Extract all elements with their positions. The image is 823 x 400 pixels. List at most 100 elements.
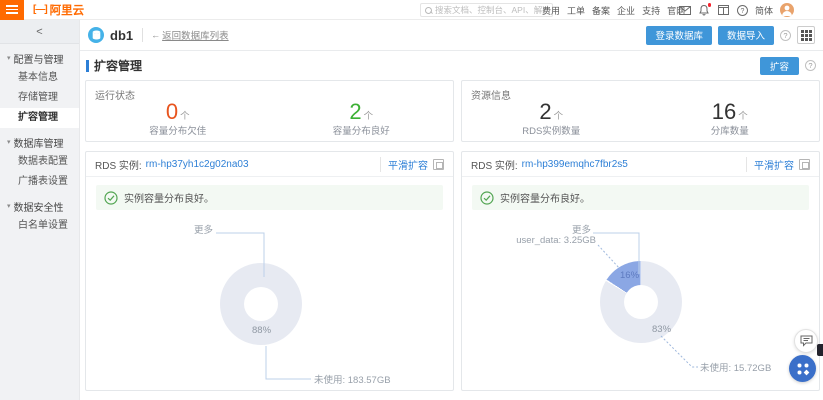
- instance-id-link[interactable]: rm-hp37yh1c2g02na03: [146, 159, 249, 170]
- side-badge[interactable]: [817, 344, 823, 356]
- section-title: 扩容管理: [94, 57, 142, 74]
- chat-bubble-icon: [800, 335, 813, 347]
- aliyun-logo[interactable]: [—] 阿里云: [33, 2, 84, 18]
- feedback-chat-button[interactable]: [794, 329, 818, 353]
- mail-icon[interactable]: [679, 4, 691, 16]
- aliyun-logo-mark-icon: [—]: [33, 4, 47, 15]
- status-banner-text: 实例容量分布良好。: [500, 190, 590, 205]
- smooth-scale-out-link[interactable]: 平滑扩容: [388, 157, 428, 172]
- help-icon[interactable]: ?: [736, 4, 748, 16]
- sidebar-collapse-button[interactable]: <: [0, 20, 79, 44]
- locale-switch[interactable]: 简体: [755, 4, 773, 17]
- slice-percent-unused: 83%: [652, 324, 671, 335]
- stat-capacity-poor: 0个 容量分布欠佳: [86, 99, 270, 137]
- status-banner-text: 实例容量分布良好。: [124, 190, 214, 205]
- login-database-button[interactable]: 登录数据库: [646, 26, 712, 45]
- notification-dot: [708, 3, 712, 7]
- stats-row: 运行状态 0个 容量分布欠佳 2个 容量分布良好 资源信息 2个 RDS实例数量: [80, 80, 823, 142]
- search-icon: [425, 7, 432, 14]
- nav-enterprise[interactable]: 企业: [616, 4, 636, 17]
- nav-billing[interactable]: 费用: [541, 4, 561, 17]
- back-arrow-icon: ←: [151, 30, 160, 40]
- instance-header: RDS 实例: rm-hp399emqhc7fbr2s5 平滑扩容: [462, 152, 819, 177]
- donut-hole: [244, 287, 278, 321]
- sidebar-item-broadcast-table[interactable]: 广播表设置: [0, 172, 79, 192]
- stat-label: 分库数量: [641, 123, 820, 137]
- stat-capacity-good: 2个 容量分布良好: [270, 99, 454, 137]
- stat-unit: 个: [364, 111, 374, 122]
- sidebar-item-table-config[interactable]: 数据表配置: [0, 152, 79, 172]
- aliyun-logo-text: 阿里云: [50, 2, 85, 18]
- section-accent-bar: [86, 60, 89, 72]
- page-title: db1: [110, 28, 133, 43]
- donut-hole: [624, 285, 658, 319]
- svg-text:?: ?: [740, 8, 744, 15]
- database-icon: [88, 27, 104, 43]
- instance-header: RDS 实例: rm-hp37yh1c2g02na03 平滑扩容: [86, 152, 453, 177]
- panel-icon[interactable]: [799, 159, 810, 170]
- stat-value: 16: [712, 99, 736, 124]
- stat-shard-count: 16个 分库数量: [641, 99, 820, 137]
- sidebar-group-config-label[interactable]: ▾ 配置与管理: [0, 48, 79, 68]
- avatar[interactable]: [780, 3, 794, 17]
- stat-value: 0: [166, 99, 178, 124]
- caret-down-icon: ▾: [7, 54, 11, 62]
- stat-value: 2: [539, 99, 551, 124]
- slice-label-more: 更多: [194, 222, 213, 236]
- sidebar-group-database-label[interactable]: ▾ 数据库管理: [0, 132, 79, 152]
- sidebar-group-security: ▾ 数据安全性 白名单设置: [0, 196, 79, 236]
- bell-icon[interactable]: [698, 4, 710, 16]
- panel-icon[interactable]: [433, 159, 444, 170]
- instance-label: RDS 实例:: [471, 157, 518, 172]
- help-icon[interactable]: ?: [780, 30, 791, 41]
- instance-label: RDS 实例:: [95, 157, 142, 172]
- search-input[interactable]: [435, 5, 548, 15]
- sidebar-item-storage[interactable]: 存储管理: [0, 88, 79, 108]
- page-header: db1 ← 返回数据库列表 登录数据库 数据导入 ?: [80, 20, 823, 51]
- main-content: db1 ← 返回数据库列表 登录数据库 数据导入 ? 扩容管理 扩容 ? 运行状…: [80, 20, 823, 400]
- nav-support[interactable]: 支持: [641, 4, 661, 17]
- nav-icp[interactable]: 备案: [591, 4, 611, 17]
- global-search[interactable]: [420, 3, 553, 17]
- sidebar-item-whitelist[interactable]: 白名单设置: [0, 216, 79, 236]
- expand-button[interactable]: 扩容: [760, 57, 799, 75]
- check-circle-icon: [104, 191, 118, 205]
- stat-label: RDS实例数量: [462, 123, 641, 137]
- slice-percent-unused: 88%: [252, 325, 271, 336]
- stat-label: 容量分布欠佳: [86, 123, 270, 137]
- top-icons: ? 简体: [679, 0, 794, 20]
- smooth-scale-out-link[interactable]: 平滑扩容: [754, 157, 794, 172]
- top-nav: 费用 工单 备案 企业 支持 官网: [541, 0, 686, 20]
- sidebar-group-label: 配置与管理: [14, 51, 64, 66]
- box-icon[interactable]: [717, 4, 729, 16]
- back-to-database-list-link[interactable]: 返回数据库列表: [162, 28, 229, 42]
- sidebar-item-scale-out[interactable]: 扩容管理: [0, 108, 79, 128]
- sidebar-item-basic-info[interactable]: 基本信息: [0, 68, 79, 88]
- nav-tickets[interactable]: 工单: [566, 4, 586, 17]
- stat-unit: 个: [738, 111, 748, 122]
- hamburger-icon[interactable]: [0, 0, 24, 20]
- sidebar-group-config: ▾ 配置与管理 基本信息 存储管理 扩容管理: [0, 48, 79, 128]
- quick-apps-button[interactable]: [789, 355, 816, 382]
- charts-row: RDS 实例: rm-hp37yh1c2g02na03 平滑扩容 实例容量分布良…: [80, 151, 823, 391]
- breadcrumb: ← 返回数据库列表: [142, 28, 229, 42]
- slice-label-unused: 未使用: 183.57GB: [314, 372, 391, 386]
- instance-card-2: RDS 实例: rm-hp399emqhc7fbr2s5 平滑扩容 实例容量分布…: [461, 151, 820, 391]
- stat-unit: 个: [180, 111, 190, 122]
- status-banner: 实例容量分布良好。: [96, 185, 443, 210]
- stat-value: 2: [349, 99, 361, 124]
- slice-label-unused: 未使用: 15.72GB: [700, 360, 771, 374]
- stat-rds-count: 2个 RDS实例数量: [462, 99, 641, 137]
- grid-icon[interactable]: [797, 26, 815, 44]
- caret-down-icon: ▾: [7, 138, 11, 146]
- status-banner: 实例容量分布良好。: [472, 185, 809, 210]
- instance-id-link[interactable]: rm-hp399emqhc7fbr2s5: [522, 159, 628, 170]
- help-icon[interactable]: ?: [805, 60, 816, 71]
- data-import-button[interactable]: 数据导入: [718, 26, 774, 45]
- stat-label: 容量分布良好: [270, 123, 454, 137]
- slice-percent-user-data: 16%: [620, 270, 639, 281]
- sidebar-group-label: 数据库管理: [14, 135, 64, 150]
- section-header: 扩容管理 扩容 ?: [80, 51, 823, 80]
- sidebar: < ▾ 配置与管理 基本信息 存储管理 扩容管理 ▾ 数据库管理 数据表配置 广…: [0, 20, 80, 400]
- sidebar-group-security-label[interactable]: ▾ 数据安全性: [0, 196, 79, 216]
